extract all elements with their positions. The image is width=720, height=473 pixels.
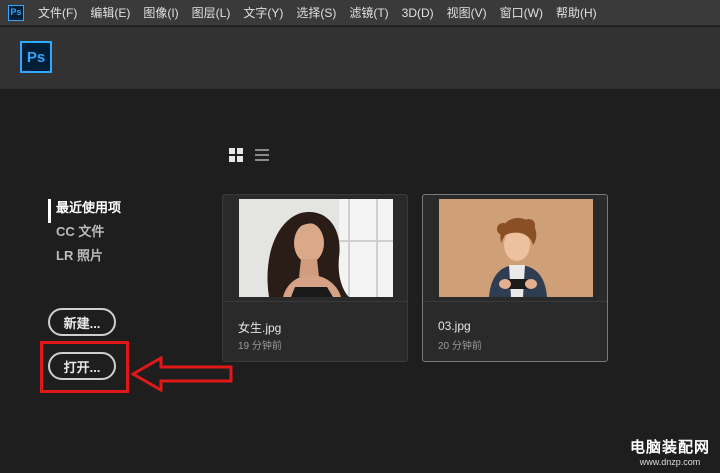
menu-file[interactable]: 文件(F) bbox=[38, 4, 77, 21]
menu-image[interactable]: 图像(I) bbox=[143, 4, 178, 21]
recent-file-card[interactable]: 03.jpg 20 分钟前 bbox=[422, 194, 608, 362]
menu-filter[interactable]: 滤镜(T) bbox=[349, 4, 388, 21]
home-header: Ps bbox=[0, 27, 720, 89]
recent-file-card[interactable]: 女生.jpg 19 分钟前 bbox=[222, 194, 408, 362]
nav-lr-photos[interactable]: LR 照片 bbox=[48, 247, 121, 271]
menu-window[interactable]: 窗口(W) bbox=[500, 4, 543, 21]
menu-help[interactable]: 帮助(H) bbox=[556, 4, 597, 21]
menu-type[interactable]: 文字(Y) bbox=[243, 4, 283, 21]
menu-edit[interactable]: 编辑(E) bbox=[90, 4, 130, 21]
grid-view-icon[interactable] bbox=[229, 148, 243, 162]
card-divider bbox=[223, 301, 407, 302]
side-nav: 最近使用项 CC 文件 LR 照片 bbox=[48, 199, 121, 271]
menu-select[interactable]: 选择(S) bbox=[296, 4, 336, 21]
file-thumbnail bbox=[439, 199, 593, 297]
file-name: 03.jpg bbox=[438, 319, 471, 333]
card-divider bbox=[423, 301, 607, 302]
menu-layer[interactable]: 图层(L) bbox=[192, 4, 231, 21]
watermark-title: 电脑装配网 bbox=[629, 439, 710, 456]
watermark: 电脑装配网 www.dnzp.com bbox=[630, 436, 710, 467]
photoshop-logo: Ps bbox=[20, 41, 52, 73]
photoshop-app-icon[interactable]: Ps bbox=[8, 4, 24, 21]
view-toggle bbox=[229, 148, 269, 162]
file-time: 20 分钟前 bbox=[438, 341, 482, 352]
menu-view[interactable]: 视图(V) bbox=[447, 4, 487, 21]
file-thumbnail bbox=[239, 199, 393, 297]
list-view-icon[interactable] bbox=[255, 148, 269, 162]
file-time: 19 分钟前 bbox=[238, 341, 282, 352]
new-button[interactable]: 新建... bbox=[48, 308, 116, 336]
highlight-box bbox=[40, 341, 129, 393]
menu-3d[interactable]: 3D(D) bbox=[402, 6, 434, 20]
nav-cc-files[interactable]: CC 文件 bbox=[48, 223, 121, 247]
file-name: 女生.jpg bbox=[238, 321, 282, 335]
nav-recent[interactable]: 最近使用项 bbox=[48, 199, 121, 223]
watermark-url: www.dnzp.com bbox=[639, 457, 701, 467]
menu-bar: Ps 文件(F) 编辑(E) 图像(I) 图层(L) 文字(Y) 选择(S) 滤… bbox=[0, 0, 720, 26]
annotation-arrow-icon bbox=[131, 356, 233, 392]
